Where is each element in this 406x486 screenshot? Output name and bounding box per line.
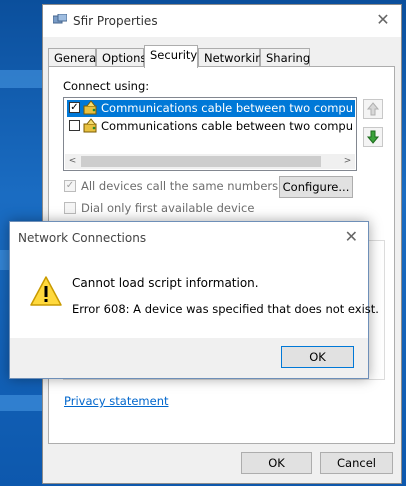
title-bar: Sfir Properties ✕ xyxy=(43,5,401,37)
close-icon[interactable]: ✕ xyxy=(345,227,358,246)
close-icon[interactable]: ✕ xyxy=(373,10,393,30)
error-message: Error 608: A device was specified that d… xyxy=(72,302,379,316)
ok-button[interactable]: OK xyxy=(241,452,312,474)
tab-networking[interactable]: Networking xyxy=(198,48,270,67)
modem-icon xyxy=(83,100,97,115)
device-checkbox[interactable]: ✓ xyxy=(69,102,80,113)
device-checkbox[interactable] xyxy=(69,120,80,131)
all-devices-label: All devices call the same numbers xyxy=(81,179,279,193)
move-down-button[interactable] xyxy=(363,127,383,147)
dialog-message: Cannot load script information. xyxy=(72,276,259,290)
dialog-footer: OK xyxy=(10,338,368,378)
device-list-item[interactable]: ✓ Communications cable between two compu… xyxy=(67,100,355,117)
dial-first-label: Dial only first available device xyxy=(81,201,255,215)
dialog-ok-button[interactable]: OK xyxy=(281,346,354,368)
horizontal-scrollbar[interactable]: < > xyxy=(65,154,355,169)
tab-options[interactable]: Options xyxy=(96,48,146,67)
connect-using-label: Connect using: xyxy=(63,79,150,93)
device-list-item[interactable]: Communications cable between two compute… xyxy=(67,118,355,135)
privacy-statement-link[interactable]: Privacy statement xyxy=(64,394,169,408)
device-label: Communications cable between two compute… xyxy=(101,101,353,115)
tab-sharing[interactable]: Sharing xyxy=(260,48,310,67)
scroll-right-icon[interactable]: > xyxy=(340,154,355,169)
scroll-left-icon[interactable]: < xyxy=(65,154,80,169)
dialog-title: Network Connections xyxy=(18,231,147,245)
dial-first-checkbox[interactable] xyxy=(64,202,76,214)
move-up-button[interactable] xyxy=(363,99,383,119)
network-connection-icon xyxy=(53,14,67,24)
cancel-button[interactable]: Cancel xyxy=(320,452,393,474)
arrow-down-icon xyxy=(366,130,380,144)
modem-icon xyxy=(83,118,97,133)
arrow-up-icon xyxy=(366,102,380,116)
error-dialog: Network Connections ✕ Cannot load script… xyxy=(9,221,379,379)
tab-security[interactable]: Security xyxy=(144,45,198,68)
device-label: Communications cable between two compute… xyxy=(101,119,353,133)
tab-general[interactable]: General xyxy=(48,48,99,67)
all-devices-checkbox[interactable]: ✓ xyxy=(64,180,76,192)
device-list[interactable]: ✓ Communications cable between two compu… xyxy=(63,97,357,171)
window-title: Sfir Properties xyxy=(73,14,158,28)
scroll-thumb[interactable] xyxy=(81,156,321,167)
warning-icon xyxy=(30,276,62,306)
configure-button[interactable]: Configure... xyxy=(279,176,353,198)
